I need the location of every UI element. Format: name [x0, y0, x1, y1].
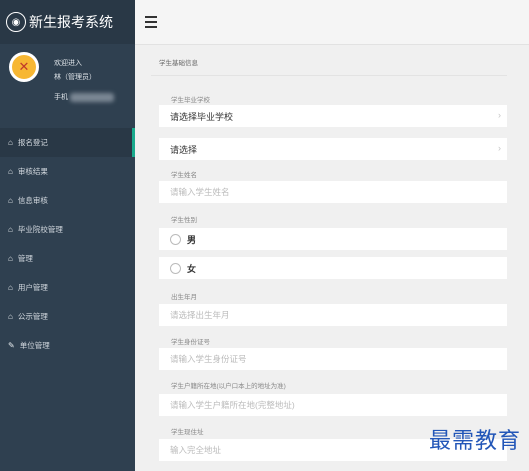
app-title: 新生报考系统: [29, 14, 113, 30]
sidebar-item-label: 单位管理: [19, 341, 50, 350]
chevron-right-icon: ›: [498, 143, 501, 153]
sidebar-item-label: 信息审核: [17, 196, 48, 205]
chevron-right-icon: ›: [498, 110, 501, 120]
home-icon: ⌂: [8, 283, 13, 292]
divider: [151, 75, 507, 76]
hukou-input[interactable]: 请输入学生户籍所在地(完整地址): [159, 394, 507, 416]
gender-label: 学生性别: [171, 217, 197, 224]
sidebar-item-label: 审核结果: [17, 167, 48, 176]
gender-male-option[interactable]: 男: [159, 228, 507, 250]
hukou-placeholder: 请输入学生户籍所在地(完整地址): [170, 400, 295, 410]
registration-form: 学生基础信息 学生毕业学校 请选择毕业学校 › 请选择 › 学生姓名 请输入学生…: [135, 45, 529, 471]
radio-female[interactable]: [170, 262, 181, 274]
home-icon: ⌂: [8, 254, 13, 263]
hukou-label: 学生户籍所在地(以户口本上的地址为准): [171, 383, 286, 390]
menu-toggle-icon[interactable]: [145, 16, 157, 31]
address-placeholder: 输入完全地址: [170, 445, 222, 455]
watermark-text: 最需教育: [428, 429, 521, 454]
avatar[interactable]: ✕: [9, 52, 39, 82]
user-profile: ✕ 欢迎进入 林（管理员） 手机: [0, 44, 135, 126]
user-name: 林（管理员）: [54, 74, 96, 81]
sidebar-item-management[interactable]: ⌂ 管理: [0, 244, 135, 273]
user-phone: 手机: [54, 92, 114, 102]
sidebar: ◉ 新生报考系统 ✕ 欢迎进入 林（管理员） 手机 ⌂ 报名登记 ⌂ 审核结果 ⌂ 信…: [0, 0, 135, 471]
school-label: 学生毕业学校: [171, 97, 210, 104]
birth-date-picker[interactable]: 请选择出生年月: [159, 304, 507, 326]
phone-blurred: [70, 92, 114, 102]
welcome-text: 欢迎进入: [54, 60, 82, 67]
sidebar-item-review-results[interactable]: ⌂ 审核结果: [0, 157, 135, 186]
sidebar-item-label: 报名登记: [17, 138, 48, 147]
secondary-select[interactable]: 请选择 ›: [159, 138, 507, 160]
secondary-select-value: 请选择: [170, 144, 198, 155]
name-label: 学生姓名: [171, 172, 197, 179]
sidebar-item-publicity-management[interactable]: ⌂ 公示管理: [0, 302, 135, 331]
gender-female-option[interactable]: 女: [159, 257, 507, 279]
gender-female-label: 女: [187, 263, 197, 274]
home-icon: ⌂: [8, 167, 13, 176]
app-brand[interactable]: ◉ 新生报考系统: [0, 0, 135, 44]
sidebar-item-label: 毕业院校管理: [17, 225, 63, 234]
birth-placeholder: 请选择出生年月: [170, 310, 230, 320]
id-number-input[interactable]: 请输入学生身份证号: [159, 348, 507, 370]
id-label: 学生身份证号: [171, 339, 210, 346]
sidebar-item-unit-management[interactable]: ✎ 单位管理: [0, 331, 135, 360]
sidebar-item-school-management[interactable]: ⌂ 毕业院校管理: [0, 215, 135, 244]
sidebar-item-label: 用户管理: [17, 283, 48, 292]
sidebar-item-info-review[interactable]: ⌂ 信息审核: [0, 186, 135, 215]
home-icon: ⌂: [8, 225, 13, 234]
home-icon: ⌂: [8, 196, 13, 205]
school-select-value: 请选择毕业学校: [170, 111, 234, 122]
radio-male[interactable]: [170, 233, 181, 245]
sidebar-item-registration[interactable]: ⌂ 报名登记: [0, 128, 135, 157]
name-input[interactable]: 请输入学生姓名: [159, 181, 507, 203]
home-icon: ⌂: [8, 312, 13, 321]
id-placeholder: 请输入学生身份证号: [170, 354, 247, 364]
sidebar-menu: ⌂ 报名登记 ⌂ 审核结果 ⌂ 信息审核 ⌂ 毕业院校管理 ⌂ 管理 ⌂ 用户管理 ⌂ 公示管…: [0, 128, 135, 360]
top-bar: [135, 0, 529, 45]
sidebar-item-user-management[interactable]: ⌂ 用户管理: [0, 273, 135, 302]
paw-logo-icon: ◉: [6, 12, 26, 32]
section-title: 学生基础信息: [159, 60, 198, 67]
home-icon: ⌂: [8, 138, 13, 147]
gender-male-label: 男: [187, 234, 197, 245]
school-select[interactable]: 请选择毕业学校 ›: [159, 105, 507, 127]
name-placeholder: 请输入学生姓名: [170, 187, 230, 197]
sidebar-item-label: 管理: [17, 254, 33, 263]
sidebar-item-label: 公示管理: [17, 312, 48, 321]
address-label: 学生现住址: [171, 429, 204, 436]
birth-label: 出生年月: [171, 294, 197, 301]
edit-icon: ✎: [8, 341, 15, 350]
phone-label: 手机: [54, 94, 68, 101]
